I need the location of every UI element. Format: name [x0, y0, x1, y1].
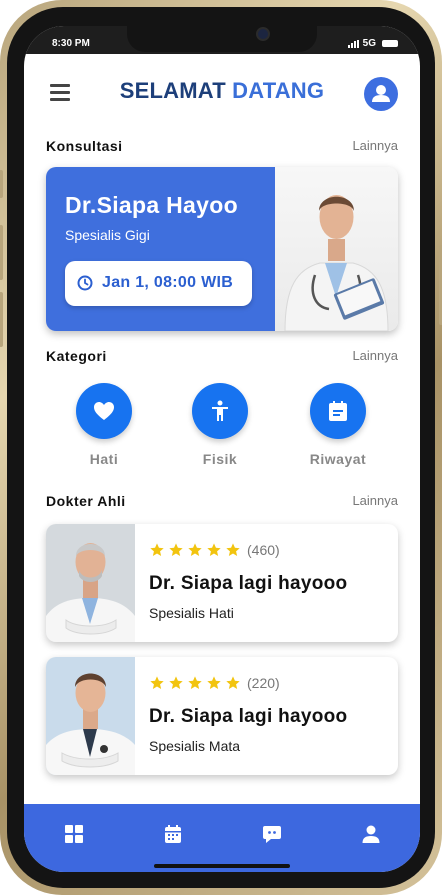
nav-home[interactable]	[64, 824, 84, 844]
doctor-card[interactable]: (220) Dr. Siapa lagi hayooo Spesialis Ma…	[46, 657, 398, 775]
mute-switch	[0, 170, 3, 198]
category-more-link[interactable]: Lainnya	[352, 348, 398, 363]
star-icon	[226, 543, 240, 556]
star-icon	[150, 676, 164, 689]
home-indicator	[154, 864, 290, 868]
user-icon	[362, 825, 380, 843]
category-riwayat-button[interactable]	[310, 383, 366, 439]
category-hati[interactable]: Hati	[64, 383, 144, 467]
category-fisik-button[interactable]	[192, 383, 248, 439]
profile-avatar-button[interactable]	[364, 77, 398, 111]
title-part-1: SELAMAT	[119, 78, 226, 103]
page-title: SELAMAT DATANG	[24, 78, 420, 104]
experts-heading: Dokter Ahli	[46, 493, 126, 509]
signal-icon	[347, 39, 359, 48]
category-label: Riwayat	[309, 451, 367, 467]
nav-profile[interactable]	[361, 824, 381, 844]
star-icon	[169, 543, 183, 556]
star-icon	[150, 543, 164, 556]
consultation-specialty: Spesialis Gigi	[65, 227, 150, 243]
notch	[127, 26, 317, 52]
category-hati-button[interactable]	[76, 383, 132, 439]
volume-down-button	[0, 292, 3, 347]
app-header: SELAMAT DATANG	[24, 54, 420, 134]
nav-schedule[interactable]	[163, 824, 183, 844]
star-icon	[188, 676, 202, 689]
star-icon	[207, 676, 221, 689]
doctor-name: Dr. Siapa lagi hayooo	[149, 573, 348, 594]
category-fisik[interactable]: Fisik	[180, 383, 260, 467]
rating-count: (460)	[247, 542, 280, 558]
phone-frame: 8:30 PM 5G SELAMAT DATANG Konsultasi Lai…	[0, 0, 442, 895]
camera-icon	[256, 27, 270, 41]
doctor-name: Dr. Siapa lagi hayooo	[149, 706, 348, 727]
category-label: Hati	[89, 451, 119, 467]
rating-count: (220)	[247, 675, 280, 691]
heart-icon	[94, 402, 114, 420]
nav-chat[interactable]	[262, 824, 282, 844]
calendar-icon	[329, 401, 347, 421]
body-icon	[212, 400, 228, 421]
calendar-icon	[165, 825, 181, 843]
doctor-photo	[46, 524, 135, 642]
grid-icon	[65, 825, 83, 843]
bottom-nav	[24, 804, 420, 872]
screen: 8:30 PM 5G SELAMAT DATANG Konsultasi Lai…	[24, 26, 420, 872]
battery-icon	[382, 40, 398, 47]
star-icon	[207, 543, 221, 556]
appointment-time: Jan 1, 08:00 WIB	[102, 274, 234, 291]
category-riwayat[interactable]: Riwayat	[298, 383, 378, 467]
star-icon	[169, 676, 183, 689]
user-icon	[372, 85, 390, 102]
category-label: Fisik	[202, 451, 238, 467]
doctor-specialty: Spesialis Hati	[149, 605, 234, 621]
appointment-chip[interactable]: Jan 1, 08:00 WIB	[65, 261, 252, 306]
experts-more-link[interactable]: Lainnya	[352, 493, 398, 508]
doctor-photo	[275, 167, 398, 331]
consultation-doctor-name: Dr.Siapa Hayoo	[65, 192, 238, 218]
doctor-specialty: Spesialis Mata	[149, 738, 241, 754]
consultation-heading: Konsultasi	[46, 138, 123, 154]
star-icon	[226, 676, 240, 689]
consultation-card[interactable]: Dr.Siapa Hayoo Spesialis Gigi Jan 1, 08:…	[46, 167, 398, 331]
consultation-info-panel: Dr.Siapa Hayoo Spesialis Gigi Jan 1, 08:…	[46, 167, 275, 331]
doctor-photo	[46, 657, 135, 775]
title-part-2: DATANG	[232, 78, 325, 103]
category-heading: Kategori	[46, 348, 107, 364]
network-label: 5G	[362, 38, 376, 49]
star-icon	[188, 543, 202, 556]
consultation-more-link[interactable]: Lainnya	[352, 138, 398, 153]
chat-icon	[263, 826, 281, 843]
status-icons: 5G	[347, 38, 398, 49]
clock-icon	[77, 275, 93, 291]
volume-up-button	[0, 225, 3, 280]
doctor-card[interactable]: (460) Dr. Siapa lagi hayooo Spesialis Ha…	[46, 524, 398, 642]
rating-stars: (220)	[149, 675, 280, 691]
status-time: 8:30 PM	[52, 38, 90, 49]
rating-stars: (460)	[149, 542, 280, 558]
